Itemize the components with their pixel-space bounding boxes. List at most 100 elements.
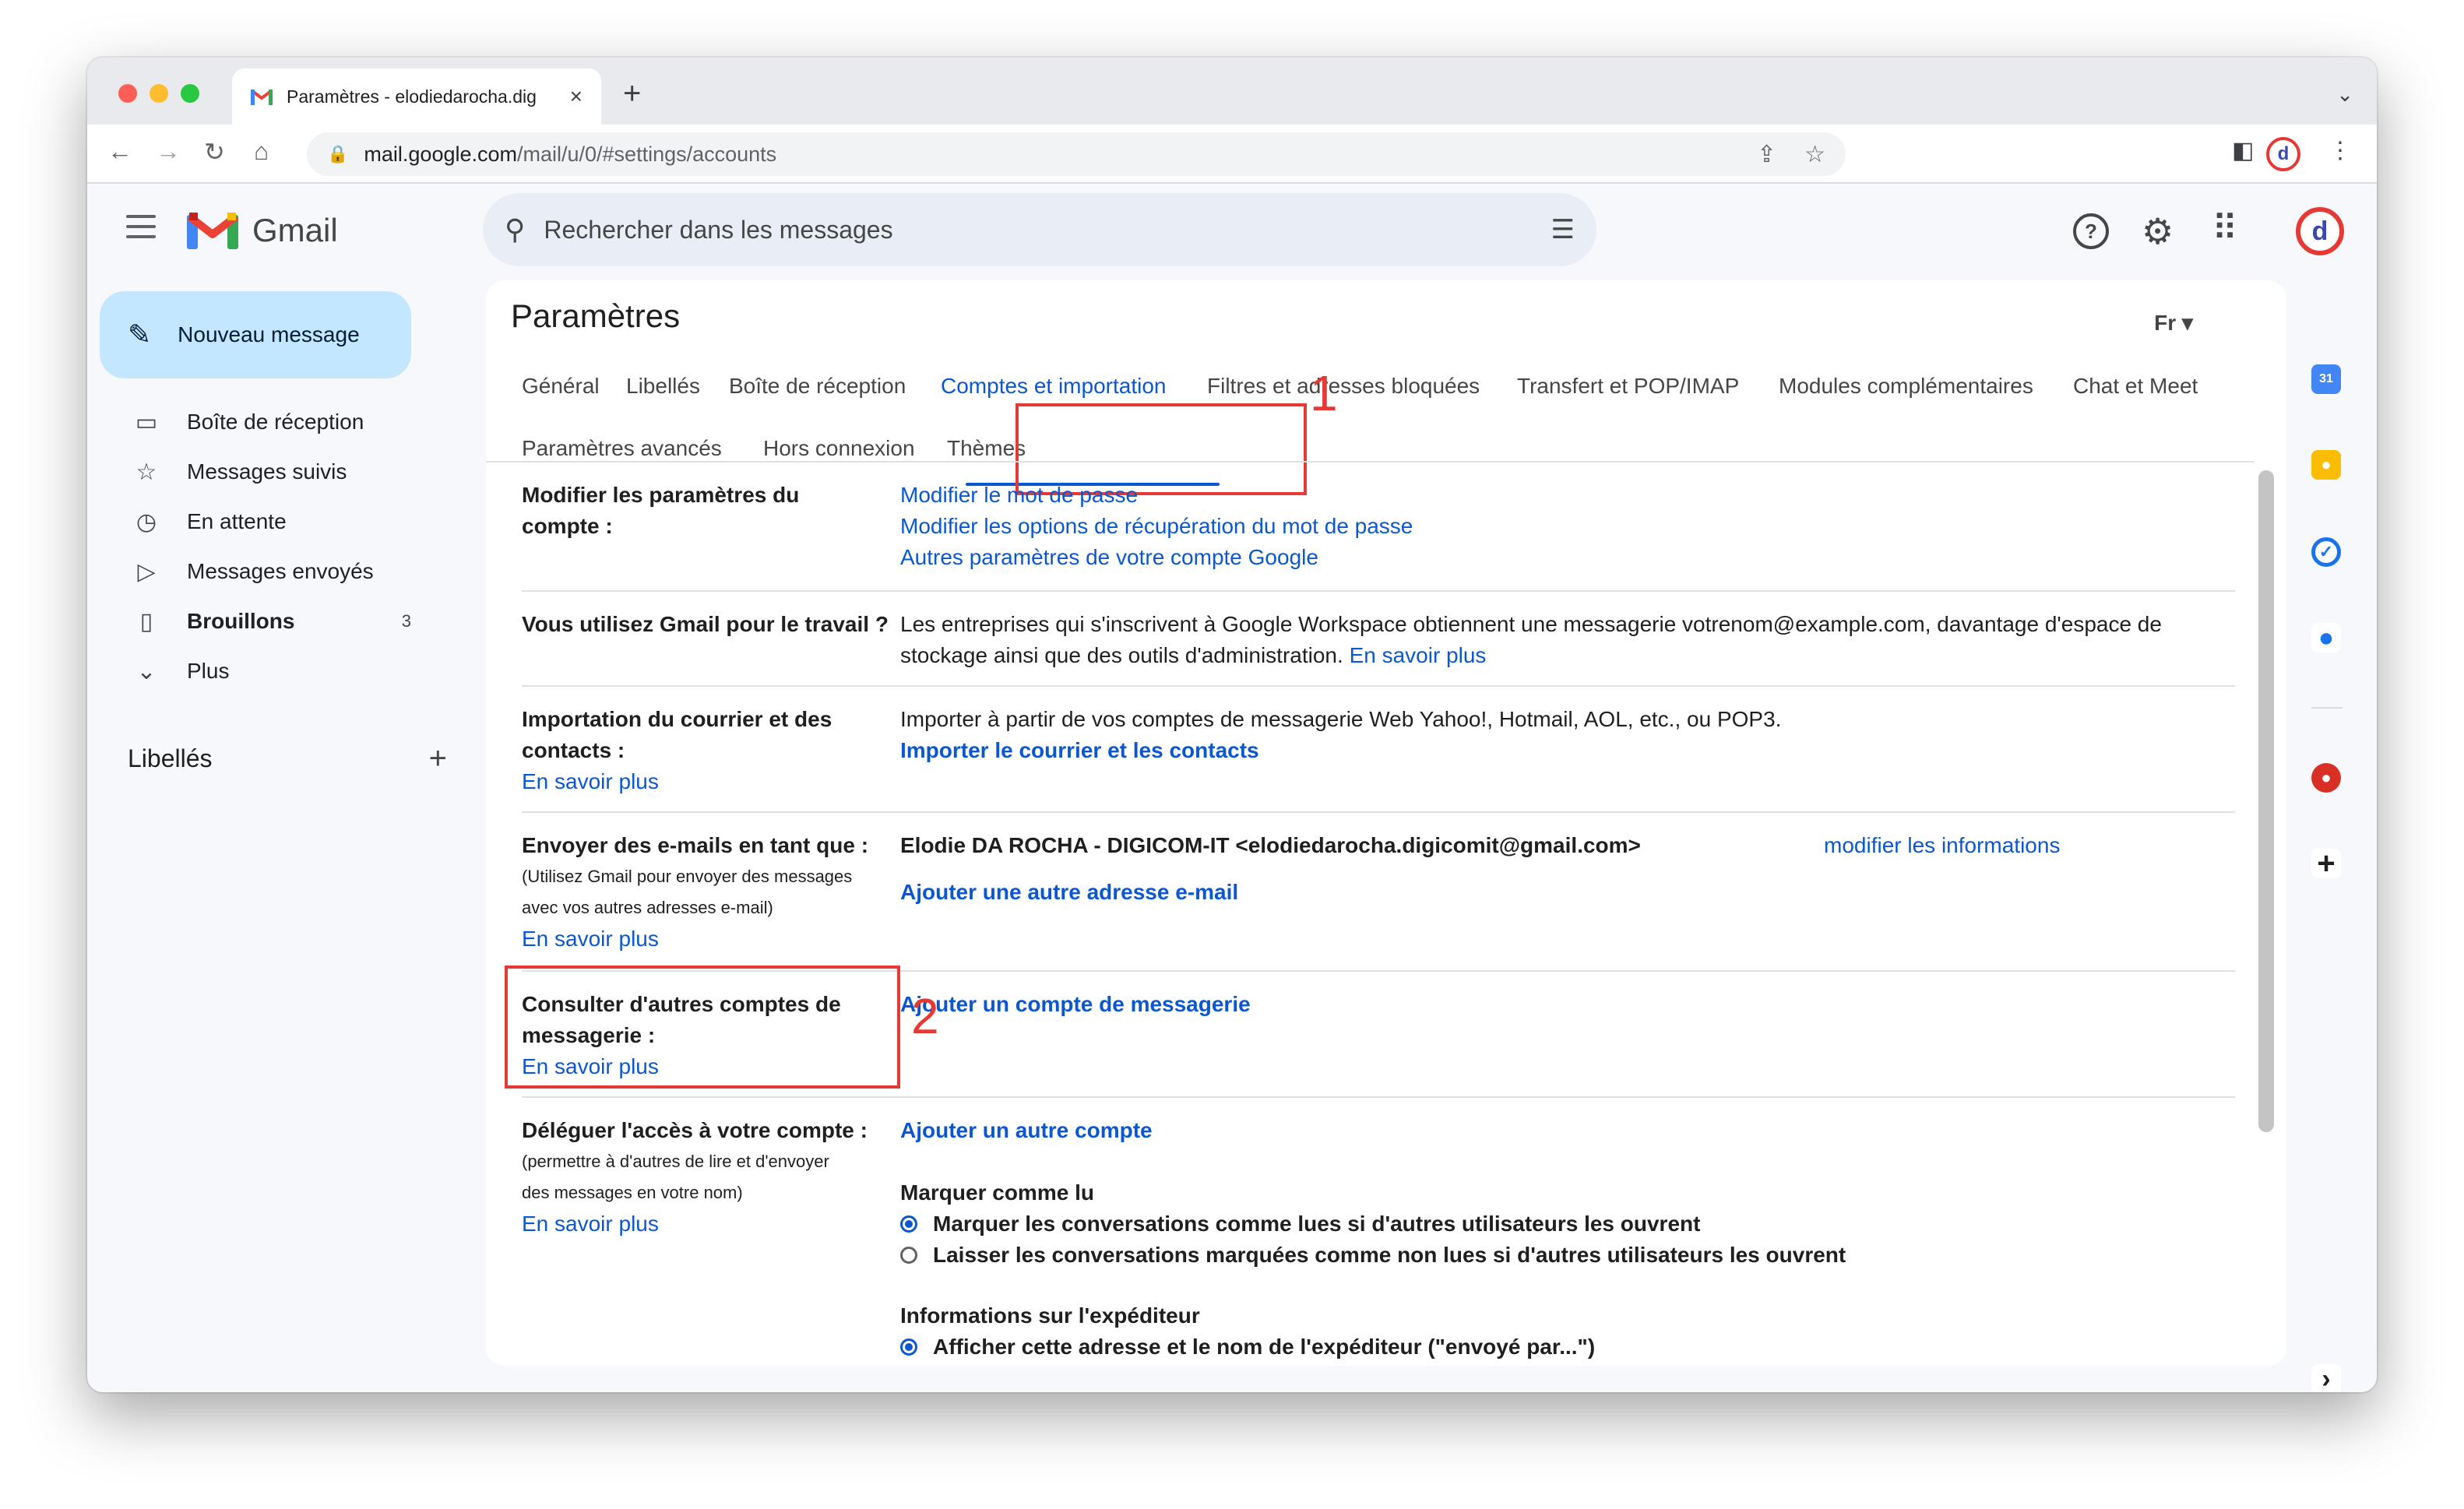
compose-button[interactable]: ✎ Nouveau message	[100, 291, 411, 378]
learn-more-link[interactable]: En savoir plus	[522, 1208, 911, 1240]
tab-addons[interactable]: Modules complémentaires	[1779, 374, 2033, 399]
row-import: Importation du courrier et des contacts …	[522, 688, 2235, 813]
sidebar-item-more[interactable]: ⌄ Plus	[87, 646, 453, 696]
radio-unselected[interactable]	[900, 1247, 917, 1264]
tab-labels[interactable]: Libellés	[626, 374, 700, 399]
row-gmail-work: Vous utilisez Gmail pour le travail ? Le…	[522, 593, 2235, 687]
learn-more-link[interactable]: En savoir plus	[522, 923, 896, 955]
edit-info-link[interactable]: modifier les informations	[1824, 830, 2060, 861]
search-icon[interactable]: ⚲	[505, 213, 525, 246]
row-account-settings: Modifier les paramètres du compte : Modi…	[522, 464, 2235, 592]
minimize-window-button[interactable]	[150, 84, 168, 103]
radio-selected[interactable]	[900, 1215, 917, 1233]
home-icon[interactable]: ⌂	[254, 137, 269, 166]
back-icon[interactable]: ←	[107, 137, 132, 166]
browser-tab[interactable]: Paramètres - elodiedarocha.dig ×	[232, 69, 601, 125]
browser-menu-icon[interactable]: ⋮	[2328, 137, 2352, 164]
sidebar-item-drafts[interactable]: ▯ Brouillons 3	[87, 596, 453, 646]
reload-icon[interactable]: ↻	[204, 137, 225, 167]
search-options-icon[interactable]: ☰	[1551, 214, 1575, 245]
tab-forwarding[interactable]: Transfert et POP/IMAP	[1517, 374, 1739, 399]
row-value: Modifier le mot de passe Modifier les op…	[900, 480, 2209, 573]
mark-read-heading: Marquer comme lu	[900, 1180, 1094, 1205]
close-window-button[interactable]	[118, 84, 137, 103]
annotation-number-1: 1	[1310, 365, 1338, 421]
row-value: Les entreprises qui s'inscrivent à Googl…	[900, 612, 2162, 667]
tasks-icon[interactable]: ✓	[2311, 537, 2341, 567]
change-password-link[interactable]: Modifier le mot de passe	[900, 480, 2209, 511]
row-label: Déléguer l'accès à votre compte : (perme…	[522, 1115, 911, 1240]
recovery-options-link[interactable]: Modifier les options de récupération du …	[900, 511, 2209, 542]
addon-avatar-icon[interactable]: ●	[2311, 763, 2341, 793]
account-avatar[interactable]: d	[2296, 207, 2344, 255]
sidebar-item-sent[interactable]: ▷ Messages envoyés	[87, 547, 453, 596]
browser-window: Paramètres - elodiedarocha.dig × + ⌄ ← →…	[87, 58, 2377, 1392]
settings-panel: Paramètres Fr ▾ Général Libellés Boîte d…	[486, 280, 2286, 1366]
learn-more-link[interactable]: En savoir plus	[1350, 643, 1487, 667]
row-value: Elodie DA ROCHA - DIGICOM-IT <elodiedaro…	[900, 830, 2209, 908]
calendar-icon[interactable]: 31	[2311, 364, 2341, 394]
chevron-down-icon: ⌄	[136, 658, 157, 684]
help-icon[interactable]: ?	[2073, 213, 2109, 249]
sidebar-nav: ▭ Boîte de réception ☆ Messages suivis ◷…	[87, 397, 453, 696]
search-bar[interactable]: ⚲ Rechercher dans les messages ☰	[483, 193, 1596, 266]
mark-read-option-2[interactable]: Laisser les conversations marquées comme…	[900, 1240, 2209, 1271]
add-account-link[interactable]: Ajouter un autre compte	[900, 1115, 2209, 1146]
tab-chat-meet[interactable]: Chat et Meet	[2073, 374, 2198, 399]
tab-accounts-import[interactable]: Comptes et importation	[941, 374, 1166, 399]
sender-info-option-1[interactable]: Afficher cette adresse et le nom de l'ex…	[900, 1331, 2209, 1363]
browser-toolbar: ← → ↻ ⌂ 🔒 mail.google.com/mail/u/0/#sett…	[87, 125, 2377, 184]
labels-section: Libellés +	[128, 741, 447, 776]
maximize-window-button[interactable]	[181, 84, 199, 103]
tab-title: Paramètres - elodiedarocha.dig	[287, 86, 537, 107]
import-mail-link[interactable]: Importer le courrier et les contacts	[900, 735, 2209, 766]
settings-gear-icon[interactable]: ⚙	[2142, 210, 2174, 252]
add-address-link[interactable]: Ajouter une autre adresse e-mail	[900, 877, 2209, 908]
tab-bar: Paramètres - elodiedarocha.dig × + ⌄	[87, 58, 2377, 125]
sidebar-item-starred[interactable]: ☆ Messages suivis	[87, 447, 453, 497]
new-tab-button[interactable]: +	[623, 76, 641, 111]
scrollbar[interactable]	[2258, 470, 2274, 1132]
address-bar[interactable]: 🔒 mail.google.com/mail/u/0/#settings/acc…	[307, 132, 1846, 176]
sidebar-item-inbox[interactable]: ▭ Boîte de réception	[87, 397, 453, 447]
row-delegate: Déléguer l'accès à votre compte : (perme…	[522, 1099, 2235, 1366]
main-menu-icon[interactable]	[126, 215, 156, 238]
row-label: Importation du courrier et des contacts …	[522, 704, 896, 797]
get-addons-icon[interactable]: +	[2311, 846, 2341, 881]
add-mail-account-link[interactable]: Ajouter un compte de messagerie	[900, 989, 2209, 1020]
search-input[interactable]: Rechercher dans les messages	[544, 216, 1551, 244]
tab-advanced[interactable]: Paramètres avancés	[522, 436, 722, 461]
annotation-box-2	[505, 966, 900, 1089]
sidebar-item-snoozed[interactable]: ◷ En attente	[87, 497, 453, 547]
row-label: Envoyer des e-mails en tant que : (Utili…	[522, 830, 896, 955]
tab-search-icon[interactable]: ⌄	[2336, 83, 2353, 107]
gmail-favicon-icon	[251, 90, 273, 105]
hide-panel-icon[interactable]: ›	[2311, 1364, 2341, 1392]
row-label: Modifier les paramètres du compte :	[522, 483, 800, 538]
pencil-icon: ✎	[128, 318, 152, 350]
apps-grid-icon[interactable]: ⠿	[2212, 207, 2238, 249]
keep-icon[interactable]: ●	[2311, 450, 2341, 480]
tabs-divider	[486, 461, 2254, 463]
tab-filters[interactable]: Filtres et adresses bloquées	[1207, 374, 1480, 399]
add-label-icon[interactable]: +	[429, 741, 447, 776]
tab-general[interactable]: Général	[522, 374, 600, 399]
side-panel-icon[interactable]: ◧	[2232, 137, 2254, 164]
input-tools-button[interactable]: Fr ▾	[2154, 310, 2193, 336]
contacts-icon[interactable]: ●	[2311, 623, 2341, 652]
profile-avatar[interactable]: d	[2266, 137, 2300, 171]
row-send-as: Envoyer des e-mails en tant que : (Utili…	[522, 814, 2235, 972]
row-value: Ajouter un compte de messagerie	[900, 989, 2209, 1020]
forward-icon[interactable]: →	[156, 137, 181, 166]
sender-identity: Elodie DA ROCHA - DIGICOM-IT <elodiedaro…	[900, 833, 1641, 857]
tab-close-icon[interactable]: ×	[570, 84, 583, 109]
bookmark-star-icon[interactable]: ☆	[1804, 141, 1825, 168]
share-icon[interactable]: ⇪	[1757, 141, 1776, 168]
tab-themes[interactable]: Thèmes	[947, 436, 1026, 461]
mark-read-option-1[interactable]: Marquer les conversations comme lues si …	[900, 1208, 2209, 1240]
radio-selected[interactable]	[900, 1338, 917, 1356]
tab-offline[interactable]: Hors connexion	[763, 436, 915, 461]
tab-inbox[interactable]: Boîte de réception	[729, 374, 906, 399]
learn-more-link[interactable]: En savoir plus	[522, 766, 896, 797]
google-account-link[interactable]: Autres paramètres de votre compte Google	[900, 542, 2209, 573]
